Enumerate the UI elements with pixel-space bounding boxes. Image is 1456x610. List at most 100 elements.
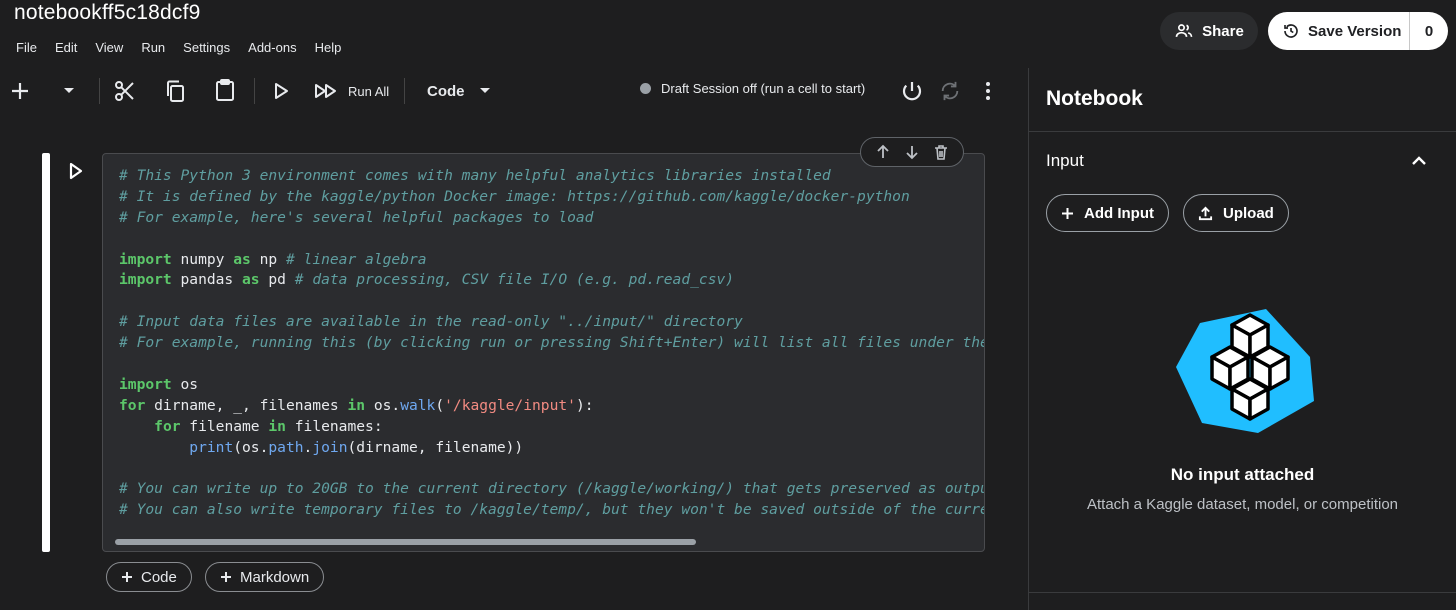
code-line[interactable]: # For example, running this (by clicking… (119, 333, 984, 354)
code-line[interactable]: for dirname, _, filenames in os.walk('/k… (119, 396, 984, 417)
save-version-label: Save Version (1308, 22, 1402, 40)
notebook-title[interactable]: notebookff5c18dcf9 (14, 1, 201, 25)
code-line[interactable] (119, 291, 984, 312)
menu-view[interactable]: View (95, 40, 123, 55)
code-token: os (171, 375, 199, 393)
app: notebookff5c18dcf9 File Edit View Run Se… (0, 0, 1456, 610)
save-history-icon (1284, 24, 1298, 38)
code-token: for (119, 396, 146, 414)
share-button[interactable]: Share (1160, 12, 1258, 50)
code-line[interactable]: # It is defined by the kaggle/python Doc… (119, 187, 984, 208)
code-token: walk (400, 396, 436, 414)
code-line[interactable]: # You can write up to 20GB to the curren… (119, 479, 985, 500)
chevron-down-icon[interactable] (62, 86, 76, 96)
toolbar-divider (254, 78, 255, 104)
code-token: # For example, here's several helpful pa… (119, 208, 594, 226)
paste-icon[interactable] (213, 78, 237, 102)
panel-divider-line (1029, 131, 1456, 132)
add-input-button[interactable]: Add Input (1046, 194, 1169, 232)
code-line[interactable]: for filename in filenames: (119, 417, 984, 438)
people-icon (1175, 24, 1193, 37)
run-all-button[interactable]: Run All (314, 79, 389, 103)
power-icon[interactable] (900, 79, 924, 103)
code-line[interactable] (119, 458, 984, 479)
code-line[interactable]: print(os.path.join(dirname, filename)) (119, 438, 984, 459)
plus-icon (1062, 207, 1073, 219)
code-token: (dirname, filename)) (347, 438, 524, 456)
session-status-dot (640, 83, 651, 94)
code-line[interactable]: import pandas as pd # data processing, C… (119, 270, 984, 291)
add-markdown-cell-button[interactable]: Markdown (205, 562, 325, 592)
add-code-label: Code (141, 568, 177, 586)
code-line[interactable]: # This Python 3 environment comes with m… (119, 166, 984, 187)
code-token: join (312, 438, 348, 456)
code-token: numpy (171, 250, 234, 268)
code-line[interactable]: # You can also write temporary files to … (119, 500, 985, 521)
code-token: in (268, 417, 286, 435)
add-cell-icon[interactable] (10, 81, 30, 101)
copy-icon[interactable] (163, 79, 187, 103)
menu-file[interactable]: File (16, 40, 37, 55)
code-token: dirname, _, filenames (145, 396, 348, 414)
run-all-label: Run All (348, 83, 390, 99)
upload-icon (1198, 206, 1213, 220)
panel-bottom-line (1029, 592, 1456, 593)
version-count[interactable]: 0 (1410, 23, 1448, 40)
menu-bar: File Edit View Run Settings Add-ons Help (16, 40, 359, 55)
code-token: # data processing, CSV file I/O (e.g. pd… (294, 271, 735, 289)
run-cell-play-icon[interactable] (68, 162, 84, 180)
run-cell-icon[interactable] (273, 82, 289, 100)
no-input-illustration (1176, 309, 1314, 433)
code-editor[interactable]: # This Python 3 environment comes with m… (102, 153, 985, 552)
move-up-icon[interactable] (874, 143, 892, 161)
delete-icon[interactable] (932, 143, 950, 161)
plus-icon (221, 572, 231, 582)
cell-type-select[interactable]: Code (427, 79, 491, 103)
menu-help[interactable]: Help (315, 40, 342, 55)
code-line[interactable]: # For example, here's several helpful pa… (119, 208, 984, 229)
panel-divider (1028, 68, 1029, 610)
panel-title: Notebook (1046, 87, 1143, 110)
code-token: # This Python 3 environment comes with m… (119, 167, 831, 184)
code-token: pandas (171, 271, 243, 289)
add-code-cell-button[interactable]: Code (106, 562, 192, 592)
fast-forward-icon (315, 84, 336, 98)
add-input-label: Add Input (1084, 204, 1154, 222)
chevron-down-icon (479, 88, 490, 93)
cut-icon[interactable] (113, 79, 137, 103)
code-token: (os. (233, 438, 269, 456)
upload-label: Upload (1223, 204, 1274, 222)
more-options-icon[interactable] (978, 80, 998, 102)
menu-addons[interactable]: Add-ons (248, 40, 296, 55)
code-token: ): (575, 396, 594, 414)
session-status: Draft Session off (run a cell to start) (640, 81, 865, 96)
code-line[interactable] (119, 229, 984, 250)
code-token: import (119, 375, 172, 393)
code-token: for (154, 417, 181, 435)
code-token: # You can write up to 20GB to the curren… (119, 480, 985, 498)
code-token: path (268, 438, 304, 456)
code-token: import (119, 271, 172, 289)
code-line[interactable]: import numpy as np # linear algebra (119, 250, 984, 271)
upload-button[interactable]: Upload (1183, 194, 1289, 232)
input-section-title[interactable]: Input (1046, 151, 1084, 171)
menu-run[interactable]: Run (141, 40, 165, 55)
code-token: # You can also write temporary files to … (119, 501, 985, 519)
horizontal-scrollbar[interactable] (115, 539, 696, 545)
code-line[interactable] (119, 354, 984, 375)
chevron-up-icon[interactable] (1410, 152, 1428, 170)
toolbar-divider (404, 78, 405, 104)
code-content[interactable]: # This Python 3 environment comes with m… (119, 166, 985, 521)
restart-icon[interactable] (939, 80, 961, 102)
save-version-button[interactable]: Save Version 0 (1268, 12, 1448, 50)
menu-edit[interactable]: Edit (55, 40, 77, 55)
code-line[interactable]: # Input data files are available in the … (119, 312, 984, 333)
menu-settings[interactable]: Settings (183, 40, 230, 55)
code-line[interactable]: import os (119, 375, 984, 396)
move-down-icon[interactable] (903, 143, 921, 161)
code-token: ( (435, 396, 445, 414)
share-label: Share (1202, 22, 1244, 40)
code-token: import (119, 250, 172, 268)
